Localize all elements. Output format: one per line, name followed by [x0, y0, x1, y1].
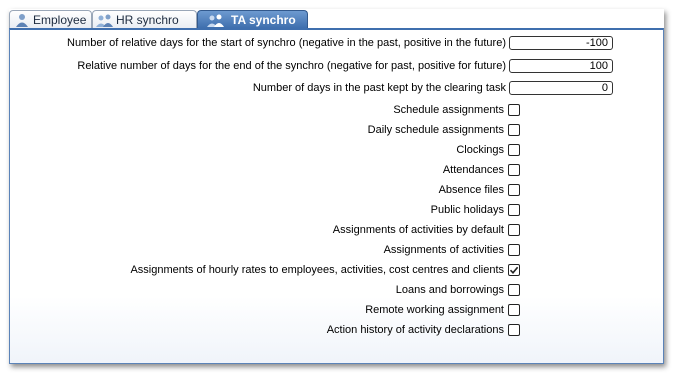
group-icon [96, 14, 113, 27]
option-label: Remote working assignment [365, 304, 504, 316]
checkmark-icon [509, 266, 519, 275]
option-label: Assignments of activities by default [332, 224, 504, 236]
tab-employee-label: Employee [33, 12, 87, 27]
option-checkbox[interactable] [508, 304, 520, 316]
option-label: Attendances [442, 164, 504, 176]
end-days-label: Relative number of days for the end of t… [77, 60, 506, 72]
tab-hr-synchro-label: HR synchro [116, 12, 179, 27]
tab-employee[interactable]: Employee [9, 10, 92, 28]
tab-bar: Employee HR synchro TA synchro [9, 9, 664, 28]
option-row-assignments-of-activities: Assignments of activities [384, 242, 663, 258]
ta-synchro-panel: Number of relative days for the start of… [9, 28, 664, 364]
option-checkbox[interactable] [508, 324, 520, 336]
option-row-assignments-of-hourly-rates-to-employees: Assignments of hourly rates to employees… [130, 262, 663, 278]
option-label: Assignments of activities [383, 244, 504, 256]
option-checkbox[interactable] [508, 144, 520, 156]
option-label: Assignments of hourly rates to employees… [130, 264, 504, 276]
option-label: Schedule assignments [393, 104, 504, 116]
tab-ta-synchro[interactable]: TA synchro [197, 10, 308, 28]
option-checkbox[interactable] [508, 264, 520, 276]
option-row-assignments-of-activities-by-default: Assignments of activities by default [333, 222, 663, 238]
end-days-input[interactable] [509, 59, 613, 73]
option-row-public-holidays: Public holidays [431, 202, 663, 218]
tab-ta-synchro-label: TA synchro [231, 12, 296, 27]
clearing-days-label: Number of days in the past kept by the c… [252, 82, 506, 94]
option-label: Action history of activity declarations [326, 324, 504, 336]
group-icon [207, 14, 224, 27]
settings-window: Employee HR synchro TA synchro Number of… [9, 9, 664, 364]
clearing-days-input[interactable] [509, 81, 613, 95]
tab-hr-synchro[interactable]: HR synchro [92, 10, 197, 28]
option-checkbox[interactable] [508, 124, 520, 136]
option-row-absence-files: Absence files [439, 182, 663, 198]
option-label: Loans and borrowings [395, 284, 504, 296]
option-checkbox[interactable] [508, 224, 520, 236]
clearing-days-row: Number of days in the past kept by the c… [253, 80, 663, 96]
option-checkbox[interactable] [508, 284, 520, 296]
option-checkbox[interactable] [508, 244, 520, 256]
option-checkbox[interactable] [508, 104, 520, 116]
option-label: Daily schedule assignments [367, 124, 504, 136]
option-label: Public holidays [430, 204, 504, 216]
option-row-action-history-of-activity-declarations: Action history of activity declarations [327, 322, 663, 338]
option-label: Clockings [456, 144, 504, 156]
option-checkbox[interactable] [508, 184, 520, 196]
option-row-attendances: Attendances [443, 162, 663, 178]
person-icon [16, 13, 28, 27]
start-days-label: Number of relative days for the start of… [67, 37, 506, 49]
start-days-input[interactable] [509, 36, 613, 50]
end-days-row: Relative number of days for the end of t… [77, 58, 663, 74]
option-row-schedule-assignments: Schedule assignments [393, 102, 663, 118]
option-row-remote-working-assignment: Remote working assignment [365, 302, 663, 318]
option-checkbox[interactable] [508, 164, 520, 176]
option-label: Absence files [438, 184, 504, 196]
option-row-daily-schedule-assignments: Daily schedule assignments [368, 122, 663, 138]
option-row-clockings: Clockings [456, 142, 663, 158]
start-days-row: Number of relative days for the start of… [67, 35, 663, 51]
option-checkbox[interactable] [508, 204, 520, 216]
option-row-loans-and-borrowings: Loans and borrowings [396, 282, 663, 298]
